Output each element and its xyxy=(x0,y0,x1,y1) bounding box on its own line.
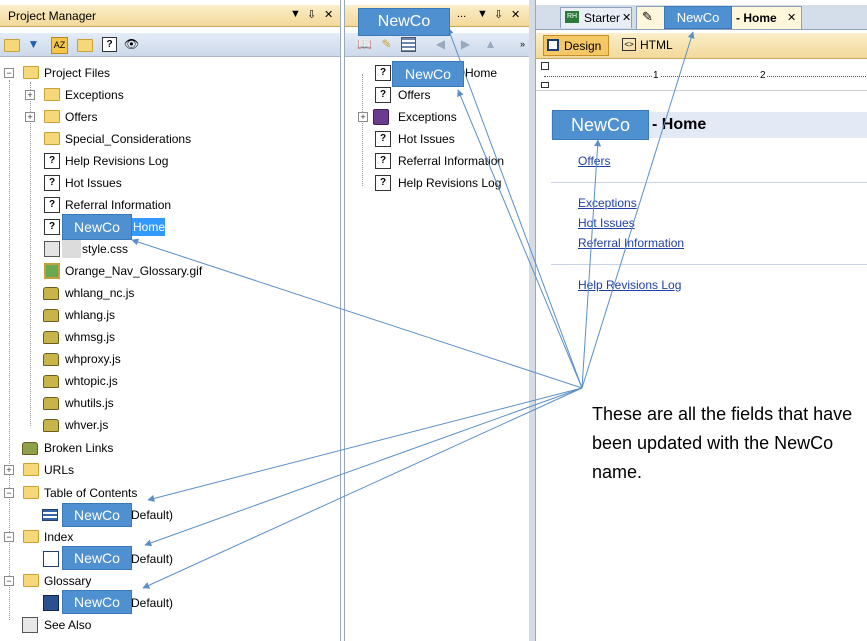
newco-callout-editor-tab: NewCo xyxy=(664,6,732,29)
callout-arrows xyxy=(131,27,695,589)
newco-callout-glossary-default: NewCo xyxy=(62,590,132,614)
newco-callout-tree-home: NewCo xyxy=(62,214,132,240)
newco-callout-toc-default: NewCo xyxy=(62,503,132,527)
newco-callout-heading: NewCo xyxy=(552,110,649,140)
newco-callout-index-default: NewCo xyxy=(62,546,132,570)
newco-callout-toc-home: NewCo xyxy=(392,61,464,87)
arrow-to-toc-default xyxy=(147,387,583,502)
arrow-to-heading xyxy=(581,139,602,389)
arrow-to-glossary-default xyxy=(142,387,583,589)
arrow-to-tree-home xyxy=(131,238,583,389)
arrow-to-editor-tab xyxy=(581,31,695,389)
annotation-note: These are all the fields that have been … xyxy=(592,404,853,482)
newco-callout-toc-title: NewCo xyxy=(358,8,450,36)
arrow-to-index-default xyxy=(144,387,583,547)
arrow-to-toc-pane-title xyxy=(446,27,583,389)
